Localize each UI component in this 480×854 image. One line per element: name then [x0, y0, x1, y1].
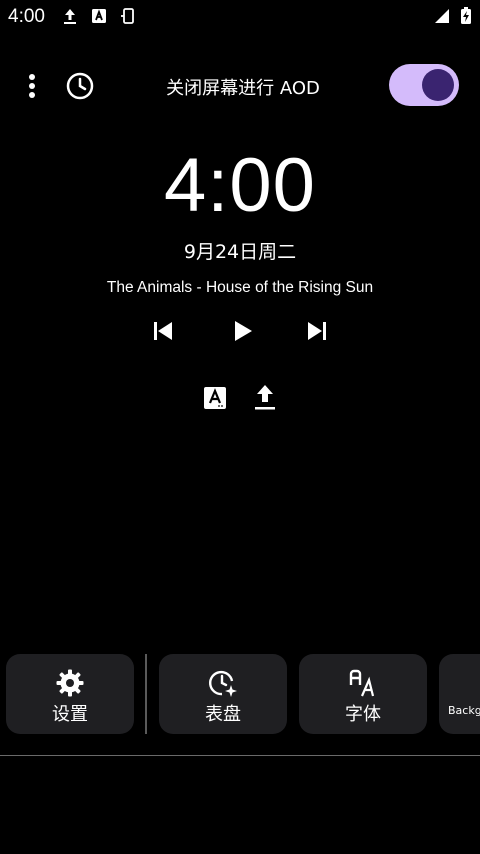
signal-icon — [435, 9, 449, 23]
card-divider — [145, 654, 147, 734]
aod-toggle[interactable] — [389, 64, 459, 106]
clock-icon[interactable] — [64, 70, 96, 102]
aod-toggle-knob — [422, 69, 454, 101]
status-time: 4:00 — [8, 6, 45, 27]
phone-rotate-icon — [121, 8, 134, 24]
card-background[interactable]: Backgr — [439, 654, 480, 734]
card-label: Backgr — [448, 704, 480, 717]
battery-charging-icon — [461, 7, 471, 24]
card-label: 字体 — [345, 704, 381, 725]
status-bar: 4:00 — [0, 0, 480, 32]
more-vert-icon[interactable] — [18, 70, 46, 102]
play-icon[interactable] — [227, 316, 257, 346]
font-a-icon — [92, 9, 106, 23]
bottom-divider — [0, 755, 480, 756]
card-label: 表盘 — [205, 704, 241, 725]
upload-icon — [255, 385, 275, 410]
card-font[interactable]: 字体 — [299, 654, 427, 734]
font-size-icon — [349, 669, 375, 697]
gear-icon — [56, 669, 84, 697]
clock-sparkle-icon — [209, 670, 237, 697]
card-settings[interactable]: 设置 — [6, 654, 134, 734]
media-track-title: The Animals - House of the Rising Sun — [106, 279, 374, 296]
aod-label: 关闭屏幕进行 AOD — [166, 78, 320, 99]
skip-previous-icon[interactable] — [148, 316, 178, 346]
card-watchface[interactable]: 表盘 — [159, 654, 287, 734]
aod-screen: 4:00 关闭屏幕进行 AOD 4:00 9月24日周二 The Animals… — [0, 0, 480, 854]
upload-icon — [64, 9, 76, 24]
skip-next-icon[interactable] — [302, 316, 332, 346]
clock-date: 9月24日周二 — [183, 241, 297, 263]
font-a-icon — [204, 387, 226, 409]
clock-time: 4:00 — [164, 143, 316, 228]
card-label: 设置 — [52, 704, 88, 725]
